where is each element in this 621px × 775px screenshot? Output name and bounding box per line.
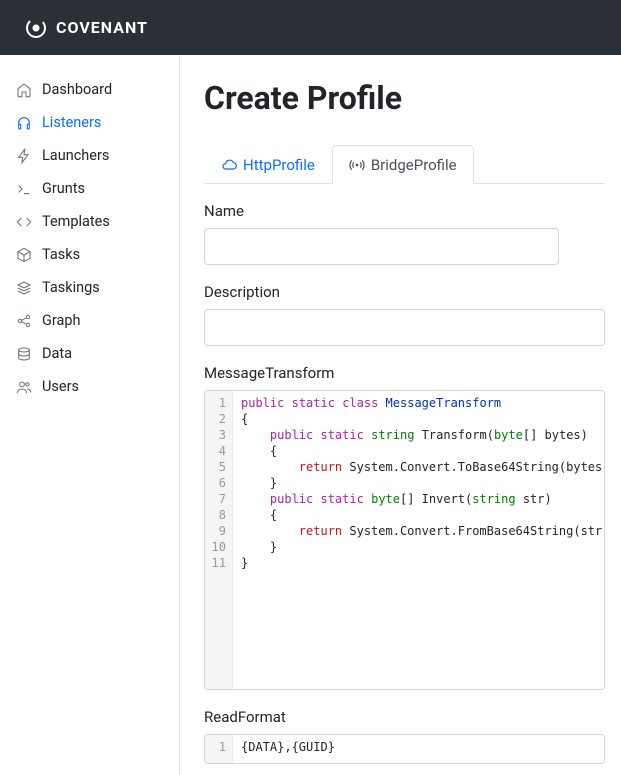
navbar: COVENANT [0, 0, 621, 55]
sidebar-item-users[interactable]: Users [0, 370, 179, 403]
layers-icon [16, 280, 32, 296]
sidebar-item-launchers[interactable]: Launchers [0, 139, 179, 172]
sidebar-item-label: Launchers [42, 147, 109, 164]
zap-icon [16, 148, 32, 164]
sidebar-item-dashboard[interactable]: Dashboard [0, 73, 179, 106]
profile-tabs: HttpProfile BridgeProfile [204, 145, 605, 184]
sidebar-item-label: Grunts [42, 180, 85, 197]
description-label: Description [204, 283, 605, 301]
cloud-icon [221, 157, 237, 173]
tab-label: BridgeProfile [371, 156, 457, 174]
home-icon [16, 82, 32, 98]
page-title: Create Profile [204, 79, 605, 117]
sidebar-item-taskings[interactable]: Taskings [0, 271, 179, 304]
code-content[interactable]: {DATA},{GUID} [233, 735, 604, 763]
tab-bridgeprofile[interactable]: BridgeProfile [332, 145, 474, 184]
sidebar-item-listeners[interactable]: Listeners [0, 106, 179, 139]
messagetransform-label: MessageTransform [204, 364, 605, 382]
line-gutter: 1234567891011 [205, 391, 233, 689]
description-input[interactable] [204, 309, 605, 346]
sidebar-item-tasks[interactable]: Tasks [0, 238, 179, 271]
sidebar: Dashboard Listeners Launchers Grunts Tem… [0, 55, 180, 775]
package-icon [16, 247, 32, 263]
sidebar-item-templates[interactable]: Templates [0, 205, 179, 238]
readformat-label: ReadFormat [204, 708, 605, 726]
sidebar-item-label: Data [42, 345, 72, 362]
app-name: COVENANT [56, 18, 148, 37]
name-input[interactable] [204, 228, 559, 265]
database-icon [16, 346, 32, 362]
sidebar-item-label: Dashboard [42, 81, 112, 98]
sidebar-item-label: Listeners [42, 114, 101, 131]
sidebar-item-grunts[interactable]: Grunts [0, 172, 179, 205]
sidebar-item-data[interactable]: Data [0, 337, 179, 370]
code-content[interactable]: public static class MessageTransform{ pu… [233, 391, 604, 689]
sidebar-item-label: Users [42, 378, 79, 395]
users-icon [16, 379, 32, 395]
sidebar-item-graph[interactable]: Graph [0, 304, 179, 337]
sidebar-item-label: Tasks [42, 246, 80, 263]
code-icon [16, 214, 32, 230]
line-gutter: 1 [205, 735, 233, 763]
terminal-icon [16, 181, 32, 197]
tab-httpprofile[interactable]: HttpProfile [204, 145, 332, 184]
sidebar-item-label: Graph [42, 312, 81, 329]
main-content: Create Profile HttpProfile BridgeProfile… [180, 55, 621, 775]
name-label: Name [204, 202, 605, 220]
readformat-editor[interactable]: 1 {DATA},{GUID} [204, 734, 605, 764]
broadcast-icon [349, 157, 365, 173]
headphones-icon [16, 115, 32, 131]
share-icon [16, 313, 32, 329]
tab-label: HttpProfile [243, 156, 315, 174]
sidebar-item-label: Taskings [42, 279, 100, 296]
covenant-logo-icon [24, 16, 48, 40]
sidebar-item-label: Templates [42, 213, 110, 230]
app-logo[interactable]: COVENANT [24, 16, 148, 40]
messagetransform-editor[interactable]: 1234567891011 public static class Messag… [204, 390, 605, 690]
